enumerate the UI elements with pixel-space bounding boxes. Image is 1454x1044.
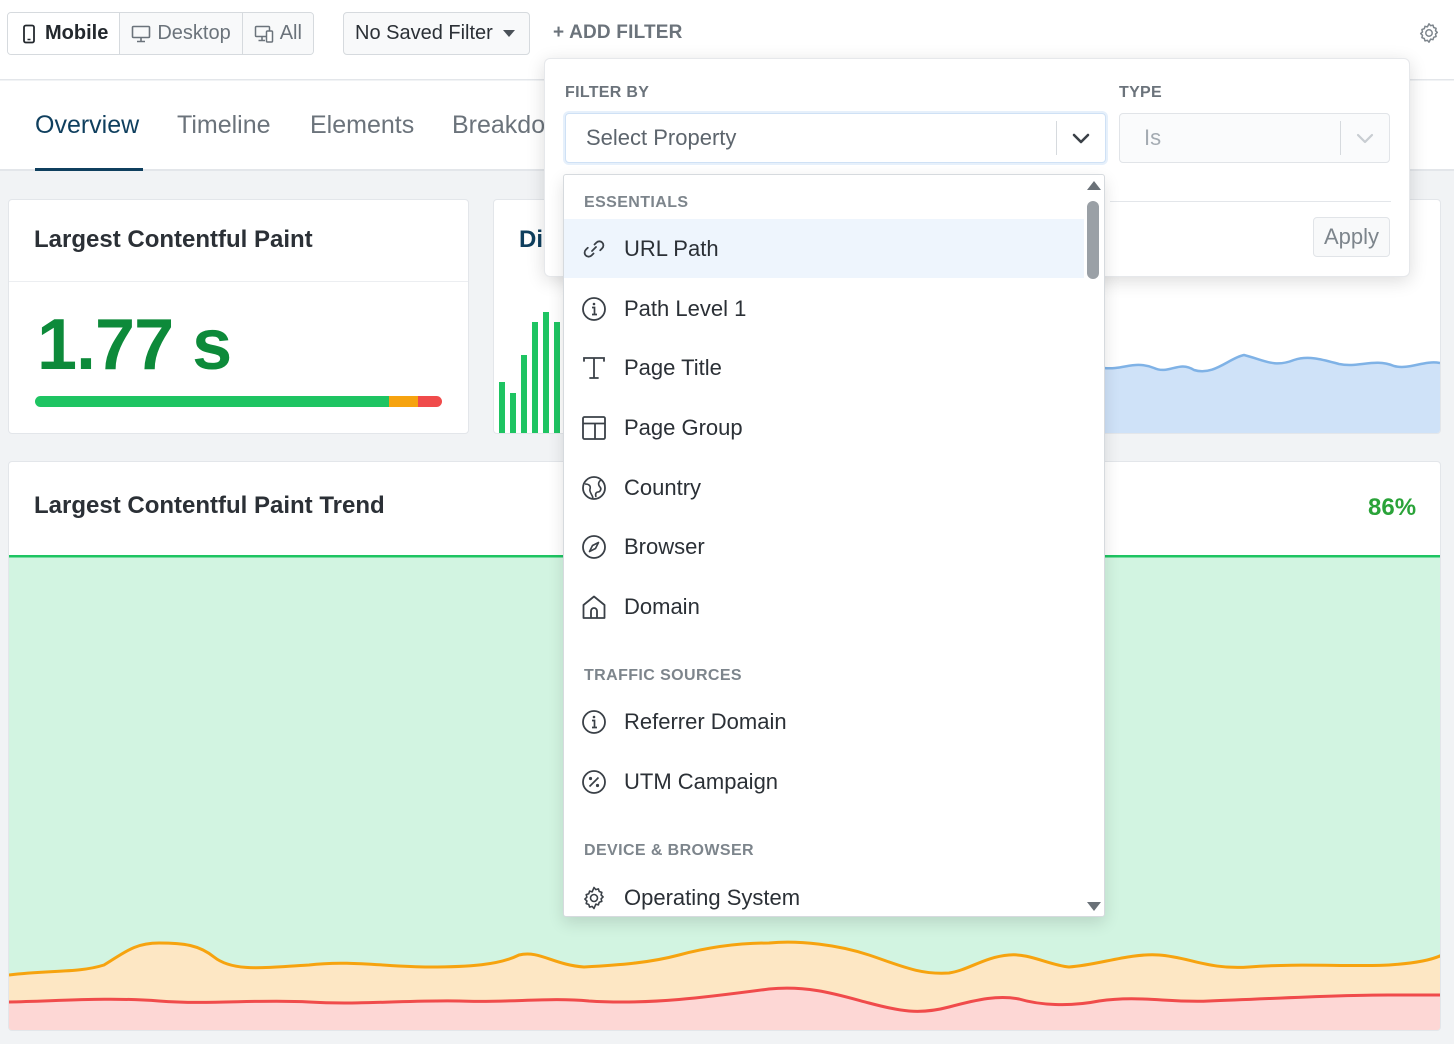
option-utm-campaign[interactable]: UTM Campaign — [564, 752, 1084, 811]
property-select[interactable]: Select Property — [565, 113, 1106, 163]
saved-filter-label: No Saved Filter — [355, 22, 493, 44]
saved-filter-dropdown[interactable]: No Saved Filter — [343, 12, 530, 55]
dropdown-scrollbar[interactable] — [1083, 175, 1104, 916]
type-select[interactable]: Is — [1119, 113, 1390, 163]
popover-divider — [1110, 201, 1391, 202]
info-icon — [582, 296, 606, 321]
option-browser[interactable]: Browser — [564, 517, 1084, 576]
option-label: UTM Campaign — [624, 768, 779, 794]
lcp-summary-card: Largest Contentful Paint 1.77 s — [8, 199, 469, 434]
option-path-level-1[interactable]: Path Level 1 — [564, 279, 1084, 338]
active-tab-indicator — [35, 168, 143, 171]
device-tab-desktop[interactable]: Desktop — [120, 13, 243, 54]
scrollbar-thumb[interactable] — [1087, 201, 1099, 279]
chevron-down-icon[interactable] — [1057, 128, 1105, 148]
tab-breakdown[interactable]: Breakdo — [452, 111, 545, 140]
compass-icon — [582, 534, 606, 559]
distribution-needs-improvement-segment — [389, 396, 418, 407]
tab-elements[interactable]: Elements — [310, 111, 414, 140]
option-referrer-domain[interactable]: Referrer Domain — [564, 692, 1084, 751]
option-page-group[interactable]: Page Group — [564, 398, 1084, 457]
trend-good-percent: 86% — [1368, 494, 1417, 521]
caret-down-icon — [502, 30, 515, 37]
device-tab-label: Desktop — [157, 22, 231, 44]
option-url-path[interactable]: URL Path — [564, 219, 1084, 278]
desktop-icon — [132, 25, 151, 42]
option-label: Referrer Domain — [624, 708, 787, 734]
property-select-placeholder: Select Property — [586, 125, 737, 150]
option-domain[interactable]: Domain — [564, 577, 1084, 636]
group-traffic-sources-header: TRAFFIC SOURCES — [584, 667, 742, 684]
property-dropdown-menu: ESSENTIALS URL Path Path Level 1 Page Ti… — [563, 174, 1105, 917]
group-essentials-header: ESSENTIALS — [584, 194, 689, 211]
distribution-good-segment — [35, 396, 390, 407]
type-select-value: Is — [1144, 125, 1162, 150]
option-label: Browser — [624, 533, 705, 559]
apply-button[interactable]: Apply — [1313, 217, 1390, 257]
lcp-value: 1.77 s — [37, 305, 232, 385]
all-devices-icon — [254, 25, 273, 43]
scroll-down-arrow-icon[interactable] — [1087, 902, 1101, 911]
option-label: Operating System — [624, 884, 801, 910]
link-icon — [583, 239, 605, 258]
filter-by-label: FILTER BY — [565, 84, 650, 101]
device-tab-label: All — [279, 22, 302, 44]
trend-card-title: Largest Contentful Paint Trend — [34, 492, 385, 519]
device-tab-mobile[interactable]: Mobile — [8, 13, 121, 54]
option-operating-system[interactable]: Operating System — [564, 868, 1084, 916]
scroll-up-arrow-icon[interactable] — [1087, 181, 1101, 190]
chevron-down-icon[interactable] — [1341, 128, 1389, 148]
home-icon — [582, 595, 606, 619]
distribution-poor-segment — [417, 396, 442, 407]
lcp-card-title: Largest Contentful Paint — [34, 226, 313, 253]
tab-timeline[interactable]: Timeline — [177, 111, 271, 140]
option-country[interactable]: Country — [564, 458, 1084, 517]
device-tab-label: Mobile — [45, 22, 109, 44]
info-icon — [582, 709, 606, 734]
option-label: Domain — [624, 593, 700, 619]
gear-icon[interactable] — [1417, 21, 1441, 45]
percent-icon — [582, 769, 606, 794]
device-selector: Mobile Desktop All — [7, 12, 314, 55]
option-label: URL Path — [624, 235, 719, 261]
globe-icon — [582, 475, 606, 500]
tab-overview[interactable]: Overview — [35, 111, 139, 140]
text-icon — [583, 356, 605, 379]
type-label: TYPE — [1119, 84, 1162, 101]
layout-icon — [582, 415, 606, 440]
option-label: Page Group — [624, 414, 743, 440]
option-page-title[interactable]: Page Title — [564, 338, 1084, 397]
card-divider — [9, 281, 468, 282]
gear-icon — [584, 886, 604, 909]
lcp-distribution-bar — [35, 396, 442, 407]
add-filter-button[interactable]: + ADD FILTER — [553, 22, 683, 44]
mobile-icon — [23, 24, 35, 43]
option-label: Path Level 1 — [624, 295, 747, 321]
histogram-bars — [499, 312, 560, 433]
option-label: Page Title — [624, 354, 722, 380]
group-device-browser-header: DEVICE & BROWSER — [584, 842, 754, 859]
device-tab-all[interactable]: All — [242, 13, 313, 54]
option-label: Country — [624, 474, 702, 500]
